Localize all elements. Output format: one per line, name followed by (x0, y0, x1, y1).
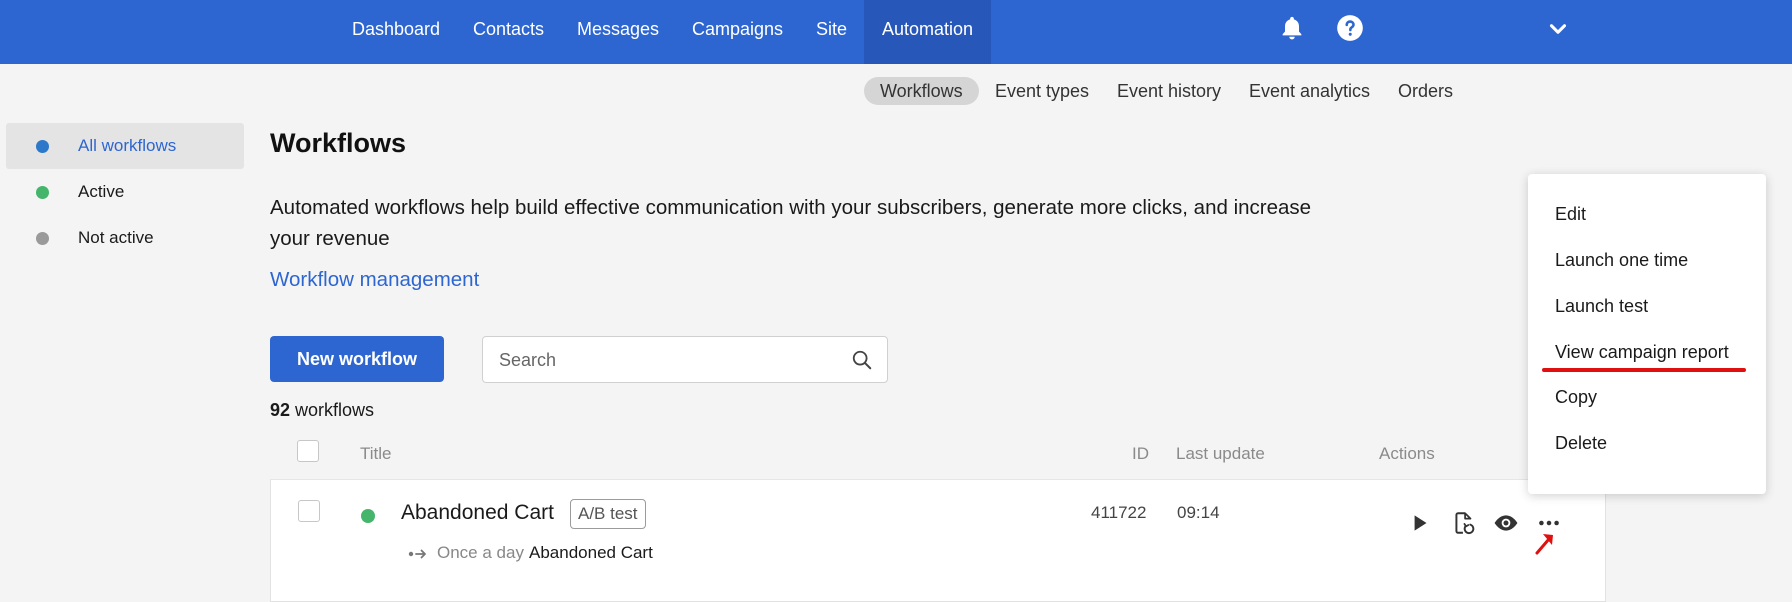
top-navigation-bar: Dashboard Contacts Messages Campaigns Si… (0, 0, 1792, 64)
sidebar-item-all-workflows[interactable]: All workflows (6, 123, 244, 169)
annotation-arrow-icon (1535, 534, 1553, 555)
sidebar-item-not-active[interactable]: Not active (6, 215, 244, 261)
nav-contacts[interactable]: Contacts (473, 0, 544, 64)
menu-item-edit[interactable]: Edit (1555, 204, 1586, 225)
workflow-count-suffix: workflows (295, 400, 375, 420)
eye-icon[interactable] (1493, 510, 1519, 536)
nav-automation[interactable]: Automation (864, 0, 992, 64)
nav-messages[interactable]: Messages (577, 0, 659, 64)
ab-test-badge: A/B test (570, 499, 646, 529)
status-dot (36, 140, 49, 153)
workflow-id: 411722 (1091, 503, 1147, 522)
column-header-last-update[interactable]: Last update (1176, 444, 1265, 464)
subnav-event-history[interactable]: Event history (1117, 77, 1221, 105)
column-header-id[interactable]: ID (1132, 444, 1149, 464)
workflow-trigger: Abandoned Cart (529, 543, 653, 562)
select-all-checkbox[interactable] (297, 440, 319, 462)
play-icon[interactable] (1407, 510, 1433, 536)
new-workflow-button[interactable]: New workflow (270, 336, 444, 382)
sidebar-item-active[interactable]: Active (6, 169, 244, 215)
intro-text: Automated workflows help build effective… (270, 196, 1312, 250)
sidebar-item-label: Not active (78, 228, 154, 247)
row-checkbox[interactable] (298, 500, 320, 522)
bell-icon[interactable] (1278, 14, 1306, 42)
subnav-orders[interactable]: Orders (1398, 77, 1453, 105)
search-icon[interactable] (851, 349, 873, 371)
workflow-management-link[interactable]: Workflow management (270, 268, 479, 292)
menu-item-copy[interactable]: Copy (1555, 387, 1597, 408)
status-dot (36, 232, 49, 245)
subnav-event-types[interactable]: Event types (995, 77, 1089, 105)
search-box (482, 336, 888, 383)
menu-item-delete[interactable]: Delete (1555, 433, 1607, 454)
status-dot (36, 186, 49, 199)
column-header-title[interactable]: Title (360, 444, 392, 464)
search-input[interactable] (499, 347, 829, 373)
table-row[interactable]: Abandoned Cart A/B test Once a day Aband… (270, 479, 1606, 602)
nav-site[interactable]: Site (816, 0, 847, 64)
nav-campaigns[interactable]: Campaigns (692, 0, 783, 64)
workflow-count: 92 workflows (270, 400, 374, 421)
help-icon[interactable] (1336, 14, 1364, 42)
sidebar-item-label: All workflows (78, 136, 177, 155)
page-title: Workflows (270, 128, 407, 158)
restart-icon[interactable] (1451, 510, 1477, 536)
chevron-down-icon[interactable] (1544, 16, 1572, 42)
highlight-underline (1542, 368, 1746, 372)
subnav-workflows[interactable]: Workflows (864, 77, 979, 105)
menu-item-launch-one-time[interactable]: Launch one time (1555, 250, 1688, 271)
workflow-title[interactable]: Abandoned Cart (401, 501, 554, 525)
workflow-actions-menu: Edit Launch one time Launch test View ca… (1528, 174, 1766, 494)
workflow-count-number: 92 (270, 400, 291, 420)
menu-item-view-campaign-report[interactable]: View campaign report (1555, 342, 1729, 363)
workflow-frequency: Once a day (437, 543, 524, 562)
column-header-actions: Actions (1379, 444, 1435, 463)
subnav-event-analytics[interactable]: Event analytics (1249, 77, 1370, 105)
menu-item-launch-test[interactable]: Launch test (1555, 296, 1648, 317)
workflow-last-update: 09:14 (1177, 503, 1220, 522)
sidebar-item-label: Active (78, 182, 125, 201)
trigger-icon (408, 549, 426, 559)
nav-dashboard[interactable]: Dashboard (352, 0, 440, 64)
status-dot (361, 509, 375, 523)
